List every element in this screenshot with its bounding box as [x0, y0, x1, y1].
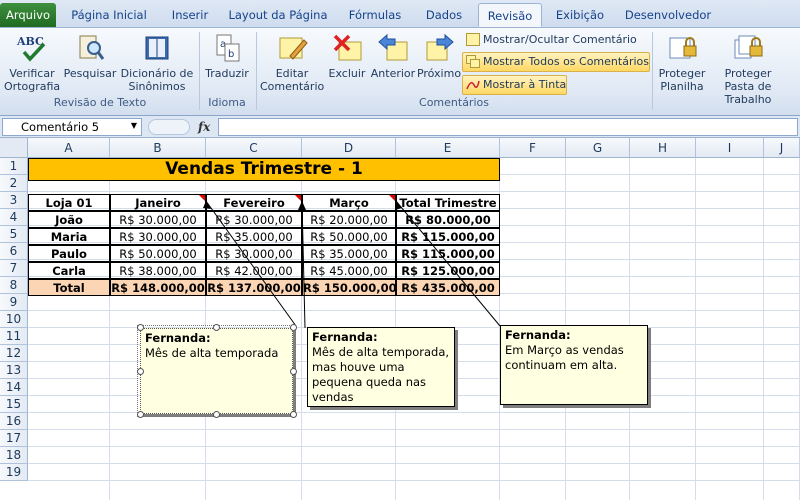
resize-handle[interactable] — [290, 368, 297, 375]
comment-arrow-1 — [205, 200, 297, 327]
resize-handle[interactable] — [213, 324, 220, 331]
comment-arrow-2 — [301, 200, 306, 329]
resize-handle[interactable] — [137, 411, 144, 418]
comment-author: Fernanda: — [312, 330, 378, 344]
comment-box-fevereiro[interactable]: Fernanda: Mês de alta temporada, mas hou… — [307, 327, 455, 407]
comment-box-marco[interactable]: Fernanda: Em Março as vendas continuam e… — [500, 325, 648, 405]
comment-arrows — [203, 200, 501, 329]
arrowhead-icon — [298, 201, 306, 210]
comment-text: Mês de alta temporada — [145, 346, 279, 360]
comment-text: Mês de alta temporada, mas houve uma peq… — [312, 345, 450, 404]
resize-handle[interactable] — [137, 368, 144, 375]
comment-text: Em Março as vendas continuam em alta. — [505, 343, 624, 372]
comment-arrow-3 — [395, 200, 501, 327]
arrowhead-icon — [395, 201, 402, 210]
resize-handle[interactable] — [213, 411, 220, 418]
comment-author: Fernanda: — [145, 331, 211, 345]
resize-handle[interactable] — [290, 411, 297, 418]
resize-handle[interactable] — [137, 324, 144, 331]
comment-box-janeiro[interactable]: Fernanda: Mês de alta temporada — [137, 325, 296, 417]
comment-author: Fernanda: — [505, 328, 571, 342]
resize-handle[interactable] — [290, 324, 297, 331]
